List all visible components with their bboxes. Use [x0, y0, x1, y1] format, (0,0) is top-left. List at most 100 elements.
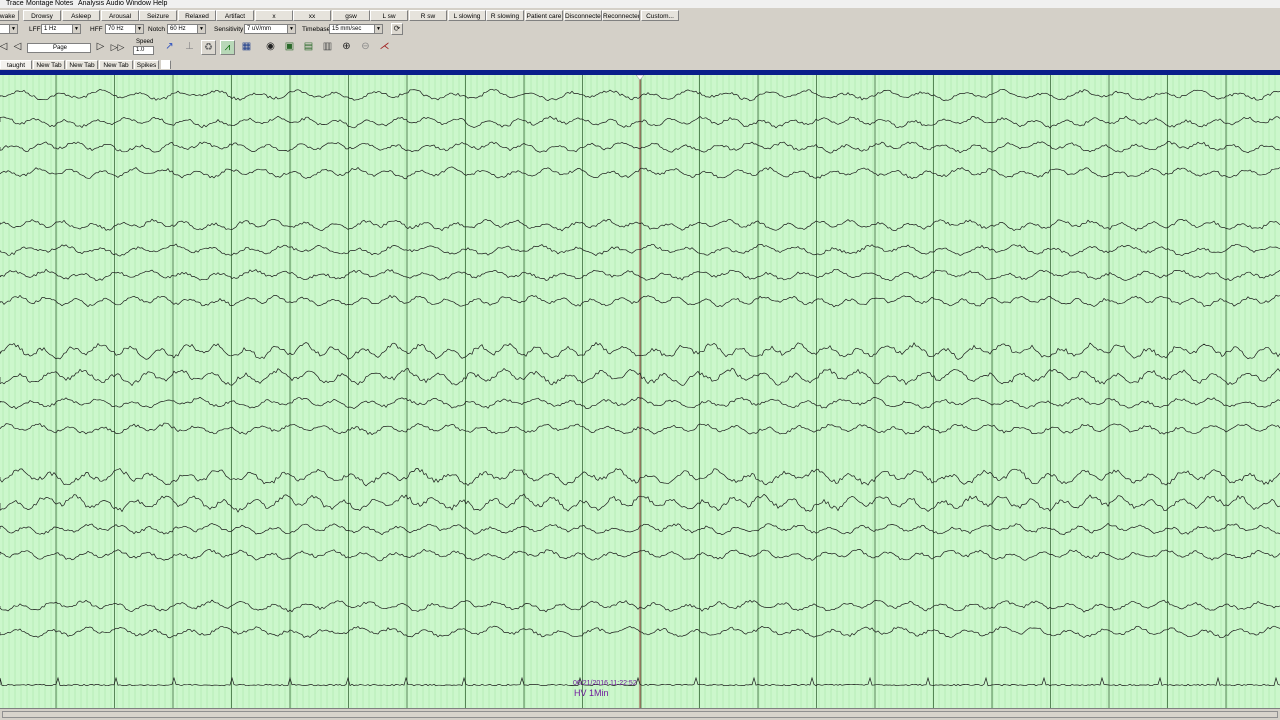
tab-new-3[interactable]: New Tab	[99, 60, 133, 69]
forward-icon: ▷	[96, 41, 105, 52]
export-icon: ▥	[322, 41, 333, 52]
chevron-down-icon: ▼	[374, 25, 382, 33]
notch-label: Notch	[148, 26, 165, 33]
page-select[interactable]: Page	[27, 43, 91, 53]
hff-value: 70 Hz	[108, 26, 124, 32]
event-button-reconnected[interactable]: Reconnected	[602, 10, 640, 21]
tab-taught[interactable]: taught	[0, 60, 32, 69]
event-button-patient-care[interactable]: Patient care	[525, 10, 563, 21]
marker-button[interactable]: ⋌	[377, 40, 392, 55]
tab-bar: taught New Tab New Tab New Tab Spikes	[0, 59, 1280, 70]
lff-select[interactable]: 1 Hz ▼	[41, 24, 81, 34]
event-button-l-sw[interactable]: L sw	[370, 10, 408, 21]
event-button-asleep[interactable]: Asleep	[62, 10, 100, 21]
measure-tool-button[interactable]: ⊥	[182, 40, 197, 55]
hff-label: HFF	[90, 26, 103, 33]
sensitivity-value: 7 uV/mm	[247, 26, 272, 32]
refresh-icon: ⟳	[393, 24, 401, 33]
menu-bar: Trace Montage Notes Analysis Audio Windo…	[0, 0, 1280, 8]
print-button[interactable]: ▤	[301, 40, 316, 55]
prev-page-icon: ◁	[0, 41, 8, 52]
sensitivity-select[interactable]: 7 uV/mm ▼	[244, 24, 296, 34]
event-button-l-slowing[interactable]: L slowing	[448, 10, 486, 21]
event-button-r-slowing[interactable]: R slowing	[486, 10, 524, 21]
event-button-custom[interactable]: Custom...	[641, 10, 679, 21]
event-button-relaxed[interactable]: Relaxed	[178, 10, 216, 21]
camera-button[interactable]: ▣	[282, 40, 297, 55]
annotation-timestamp[interactable]: 06/21/2016 11:22:52	[573, 680, 637, 687]
event-button-disconnected[interactable]: Disconnected	[564, 10, 602, 21]
chevron-down-icon: ▼	[197, 25, 205, 33]
select-tool-button[interactable]: ↗	[162, 40, 177, 55]
event-button-artifact[interactable]: Artifact	[216, 10, 254, 21]
cursor-marker	[635, 75, 645, 81]
video-icon: ◉	[266, 41, 275, 52]
page-label: Page	[52, 45, 67, 51]
chevron-down-icon: ▼	[9, 25, 17, 33]
fast-forward-button[interactable]: ▷▷	[110, 40, 125, 55]
measure-icon: ⊥	[185, 41, 194, 52]
add-tab-button[interactable]	[161, 60, 171, 69]
print-icon: ▤	[303, 41, 314, 52]
annotation-note[interactable]: HV 1Min	[574, 688, 609, 698]
video-button[interactable]: ◉	[263, 40, 278, 55]
montage-select[interactable]: ▼	[0, 24, 18, 34]
tab-new-1[interactable]: New Tab	[33, 60, 65, 69]
status-bar	[0, 708, 1280, 720]
montage-tool-button[interactable]: ⩘	[220, 40, 235, 55]
menu-notes[interactable]: Notes	[55, 0, 73, 8]
menu-window[interactable]: Window	[126, 0, 151, 8]
timebase-select[interactable]: 15 mm/sec ▼	[329, 24, 383, 34]
chevron-down-icon: ▼	[287, 25, 295, 33]
horizontal-scrollbar[interactable]	[2, 711, 1278, 718]
event-button-r-sw[interactable]: R sw	[409, 10, 447, 21]
menu-montage[interactable]: Montage	[26, 0, 53, 8]
event-button-x[interactable]: x	[255, 10, 293, 21]
event-button-bar: wake Drowsy Asleep Arousal Seizure Relax…	[0, 9, 1280, 23]
event-button-wake[interactable]: wake	[0, 10, 19, 21]
event-button-arousal[interactable]: Arousal	[101, 10, 139, 21]
event-button-seizure[interactable]: Seizure	[139, 10, 177, 21]
timebase-value: 15 mm/sec	[332, 26, 362, 32]
forward-button[interactable]: ▷	[93, 40, 108, 55]
spike-icon: ♻	[204, 42, 213, 53]
back-icon: ◁	[13, 41, 22, 52]
select-icon: ↗	[165, 41, 174, 52]
back-button[interactable]: ◁	[10, 40, 25, 55]
marker-icon: ⋌	[379, 41, 390, 52]
event-button-gsw[interactable]: gsw	[332, 10, 370, 21]
hff-select[interactable]: 70 Hz ▼	[105, 24, 144, 34]
eeg-traces	[0, 75, 1280, 708]
notch-value: 60 Hz	[170, 26, 186, 32]
toolbar: ◁ ◁ Page ▷ ▷▷ Speed 1.0 ↗ ⊥ ♻ ⩘ ▦ ◉ ▣ ▤ …	[0, 37, 1280, 58]
grid-icon: ▦	[241, 41, 252, 52]
event-button-drowsy[interactable]: Drowsy	[23, 10, 61, 21]
fast-forward-icon: ▷▷	[110, 42, 125, 52]
filter-bar: ▼ LFF 1 Hz ▼ HFF 70 Hz ▼ Notch 60 Hz ▼ Sens…	[0, 23, 1280, 36]
zoom-in-icon: ⊕	[342, 41, 351, 52]
tab-new-2[interactable]: New Tab	[66, 60, 98, 69]
eeg-trace-panel[interactable]: 06/21/2016 11:22:52 HV 1Min	[0, 70, 1280, 708]
sensitivity-label: Sensitivity	[214, 26, 244, 33]
speed-value: 1.0	[136, 47, 145, 53]
montage-icon: ⩘	[224, 42, 231, 53]
refresh-button[interactable]: ⟳	[391, 23, 403, 35]
event-button-xx[interactable]: xx	[293, 10, 331, 21]
spike-tool-button[interactable]: ♻	[201, 40, 216, 55]
menu-analysis[interactable]: Analysis	[78, 0, 104, 8]
lff-value: 1 Hz	[44, 26, 57, 32]
menu-audio[interactable]: Audio	[106, 0, 124, 8]
grid-tool-button[interactable]: ▦	[239, 40, 254, 55]
speed-input[interactable]: 1.0	[133, 46, 154, 55]
menu-help[interactable]: Help	[153, 0, 167, 8]
menu-trace[interactable]: Trace	[6, 0, 24, 8]
tab-spikes[interactable]: Spikes	[134, 60, 159, 69]
zoom-in-button[interactable]: ⊕	[339, 40, 354, 55]
lff-label: LFF	[29, 26, 41, 33]
chevron-down-icon: ▼	[135, 25, 143, 33]
notch-select[interactable]: 60 Hz ▼	[167, 24, 206, 34]
zoom-out-button[interactable]: ⊖	[358, 40, 373, 55]
export-button[interactable]: ▥	[320, 40, 335, 55]
chevron-down-icon: ▼	[72, 25, 80, 33]
camera-icon: ▣	[284, 41, 295, 52]
